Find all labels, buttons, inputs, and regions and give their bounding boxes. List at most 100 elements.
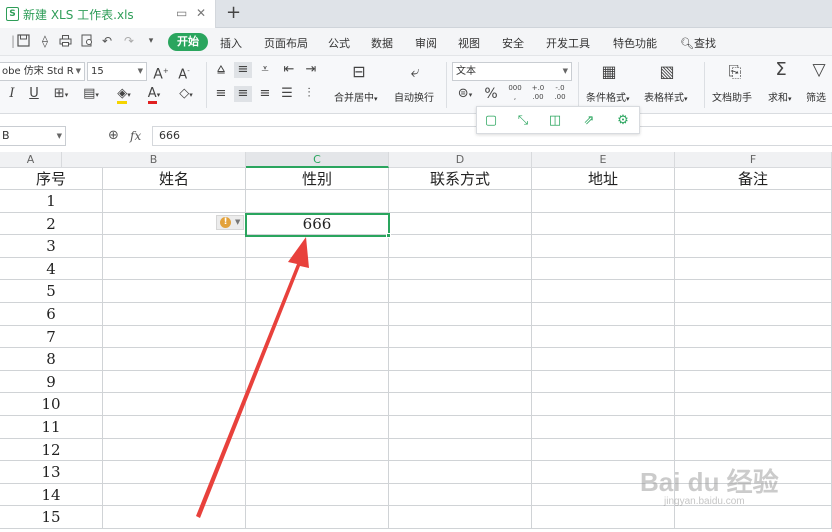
- row-number-cell[interactable]: 2: [0, 212, 103, 236]
- table-cell[interactable]: [532, 235, 675, 258]
- quick-access-more-icon[interactable]: ▾: [144, 34, 158, 48]
- table-cell[interactable]: [246, 506, 389, 529]
- header-cell-contact[interactable]: 联系方式: [389, 168, 532, 190]
- table-cell[interactable]: [246, 393, 389, 416]
- tab-workbook[interactable]: S 新建 XLS 工作表.xls ▭ ✕: [0, 0, 216, 28]
- table-cell[interactable]: [246, 438, 389, 462]
- table-cell[interactable]: [675, 370, 832, 394]
- document-helper-button[interactable]: 文档助手: [712, 89, 752, 104]
- column-header-e[interactable]: E: [532, 152, 675, 168]
- number-format-select[interactable]: 文本 ▼: [452, 62, 572, 81]
- table-cell[interactable]: [103, 257, 246, 281]
- merge-center-icon[interactable]: ⊟: [348, 64, 370, 80]
- table-cell[interactable]: [532, 438, 675, 462]
- underline-icon[interactable]: U: [26, 86, 42, 102]
- share-icon[interactable]: ⇗: [581, 113, 597, 129]
- new-tab-button[interactable]: +: [226, 2, 241, 23]
- sum-icon[interactable]: Σ: [770, 61, 792, 79]
- indent-increase-icon[interactable]: ⇥: [302, 62, 320, 78]
- table-cell[interactable]: [246, 348, 389, 371]
- print-icon[interactable]: [58, 34, 72, 48]
- row-number-cell[interactable]: 6: [0, 303, 103, 326]
- increase-font-icon[interactable]: A+: [152, 63, 170, 83]
- table-cell[interactable]: [532, 506, 675, 529]
- conditional-format-button[interactable]: 条件格式▾: [586, 89, 630, 104]
- table-cell[interactable]: [532, 212, 675, 236]
- table-cell[interactable]: [103, 370, 246, 394]
- table-cell[interactable]: [675, 257, 832, 281]
- row-number-cell[interactable]: 12: [0, 438, 103, 462]
- distributed-align-icon[interactable]: ⫶: [300, 86, 318, 102]
- row-number-cell[interactable]: 15: [0, 506, 103, 529]
- table-cell[interactable]: [103, 438, 246, 462]
- borders-icon[interactable]: ⊞▾: [50, 86, 72, 103]
- row-number-cell[interactable]: 1: [0, 190, 103, 213]
- align-left-icon[interactable]: ≡: [212, 86, 230, 102]
- table-cell[interactable]: [532, 370, 675, 394]
- table-cell[interactable]: [532, 393, 675, 416]
- table-cell[interactable]: [532, 280, 675, 303]
- menu-tab-view[interactable]: 视图: [458, 35, 480, 51]
- table-cell[interactable]: [246, 257, 389, 281]
- table-cell[interactable]: [389, 303, 532, 326]
- zoom-icon[interactable]: ⊕: [108, 128, 119, 143]
- save-icon[interactable]: ◫: [547, 113, 563, 129]
- menu-tab-developer[interactable]: 开发工具: [546, 35, 590, 51]
- table-cell[interactable]: [103, 461, 246, 484]
- table-cell[interactable]: [103, 303, 246, 326]
- conditional-format-icon[interactable]: ▦: [598, 64, 620, 80]
- table-cell[interactable]: [532, 325, 675, 349]
- align-center-icon[interactable]: ≡: [234, 86, 252, 102]
- table-cell[interactable]: [103, 325, 246, 349]
- decrease-decimal-button[interactable]: -.0 .00: [550, 84, 570, 102]
- search-button[interactable]: 🔍︎查找: [680, 35, 716, 51]
- menu-tab-page-layout[interactable]: 页面布局: [264, 35, 308, 51]
- wrap-text-button[interactable]: 自动换行: [394, 89, 434, 104]
- merge-center-button[interactable]: 合并居中▾: [334, 89, 378, 104]
- row-number-cell[interactable]: 4: [0, 257, 103, 281]
- sum-button[interactable]: 求和▾: [768, 89, 792, 104]
- undo-icon[interactable]: ↶: [100, 34, 114, 48]
- row-number-cell[interactable]: 10: [0, 393, 103, 416]
- table-cell[interactable]: [532, 257, 675, 281]
- table-cell[interactable]: [103, 416, 246, 439]
- table-cell[interactable]: [246, 483, 389, 507]
- table-cell[interactable]: [103, 235, 246, 258]
- menu-tab-review[interactable]: 审阅: [415, 35, 437, 51]
- table-cell[interactable]: [389, 393, 532, 416]
- row-number-cell[interactable]: 7: [0, 325, 103, 349]
- table-cell[interactable]: [389, 190, 532, 213]
- column-header-b[interactable]: B: [62, 152, 246, 168]
- table-cell[interactable]: [389, 325, 532, 349]
- table-cell[interactable]: [675, 348, 832, 371]
- print-preview-icon[interactable]: [80, 34, 94, 48]
- table-cell[interactable]: [389, 416, 532, 439]
- header-cell-notes[interactable]: 备注: [675, 168, 832, 190]
- table-cell[interactable]: [389, 370, 532, 394]
- table-cell[interactable]: [675, 393, 832, 416]
- save-icon[interactable]: [16, 34, 30, 48]
- column-header-f[interactable]: F: [675, 152, 832, 168]
- fill-color-icon[interactable]: ◈▾: [112, 86, 136, 104]
- table-cell[interactable]: [389, 438, 532, 462]
- table-cell[interactable]: [389, 483, 532, 507]
- percent-button[interactable]: %: [482, 86, 500, 102]
- row-number-cell[interactable]: 11: [0, 416, 103, 439]
- menu-tab-insert[interactable]: 插入: [220, 35, 242, 51]
- fill-handle[interactable]: [386, 233, 391, 238]
- header-cell-index[interactable]: 序号: [0, 168, 103, 190]
- table-cell[interactable]: [675, 190, 832, 213]
- align-bottom-icon[interactable]: ⩡: [256, 62, 274, 78]
- fullscreen-icon[interactable]: ⤡: [515, 113, 531, 129]
- currency-icon[interactable]: ⊜▾: [454, 86, 476, 103]
- table-cell[interactable]: [532, 416, 675, 439]
- italic-icon[interactable]: I: [4, 86, 20, 102]
- table-cell[interactable]: [246, 370, 389, 394]
- column-header-d[interactable]: D: [389, 152, 532, 168]
- function-icon[interactable]: fx: [130, 129, 141, 143]
- gear-icon[interactable]: ⚙: [615, 113, 631, 129]
- tab-close-icon[interactable]: ✕: [196, 6, 206, 20]
- error-check-button[interactable]: ! ▼: [216, 215, 244, 230]
- table-cell[interactable]: [389, 280, 532, 303]
- table-cell[interactable]: [246, 325, 389, 349]
